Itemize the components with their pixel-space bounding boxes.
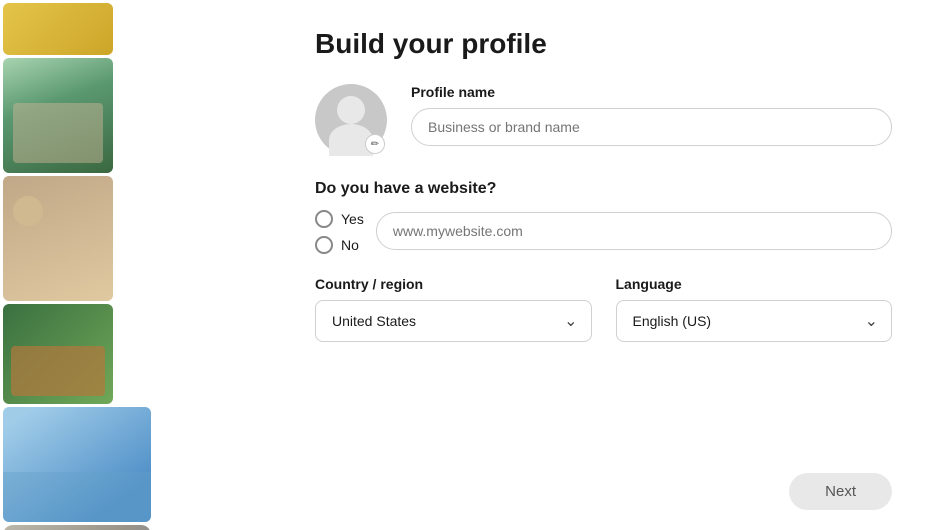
country-select[interactable]: United States Canada United Kingdom [315, 300, 592, 342]
website-heading: Do you have a website? [315, 180, 892, 198]
image-2 [3, 407, 151, 522]
image-5 [3, 176, 113, 301]
yes-label: Yes [341, 211, 364, 227]
image-4 [3, 525, 151, 530]
avatar-container: ✏ [315, 84, 387, 156]
country-select-wrapper: United States Canada United Kingdom ⌄ [315, 300, 592, 342]
page-title: Build your profile [315, 28, 892, 60]
website-section: Do you have a website? Yes No [315, 180, 892, 254]
form-panel: Build your profile ✏ Profile name Do you… [265, 0, 942, 530]
location-section: Country / region United States Canada Un… [315, 276, 892, 342]
footer: Next [315, 465, 892, 510]
profile-name-label: Profile name [411, 84, 892, 100]
profile-name-input[interactable] [411, 108, 892, 146]
country-group: Country / region United States Canada Un… [315, 276, 592, 342]
language-label: Language [616, 276, 893, 292]
website-url-input[interactable] [376, 212, 892, 250]
no-label: No [341, 237, 359, 253]
no-radio-item[interactable]: No [315, 236, 364, 254]
yes-radio-item[interactable]: Yes [315, 210, 364, 228]
language-select-wrapper: English (US) English (UK) Spanish French… [616, 300, 893, 342]
image-7 [3, 304, 113, 404]
image-mosaic [0, 0, 265, 530]
country-label: Country / region [315, 276, 592, 292]
yes-radio[interactable] [315, 210, 333, 228]
website-radio-group: Yes No [315, 210, 364, 254]
avatar-edit-button[interactable]: ✏ [365, 134, 385, 154]
avatar-head [337, 96, 365, 124]
language-group: Language English (US) English (UK) Spani… [616, 276, 893, 342]
next-button[interactable]: Next [789, 473, 892, 510]
image-3 [3, 58, 113, 173]
no-radio[interactable] [315, 236, 333, 254]
image-1 [3, 3, 113, 55]
language-select[interactable]: English (US) English (UK) Spanish French [616, 300, 893, 342]
profile-section: ✏ Profile name [315, 84, 892, 156]
profile-name-section: Profile name [411, 84, 892, 146]
